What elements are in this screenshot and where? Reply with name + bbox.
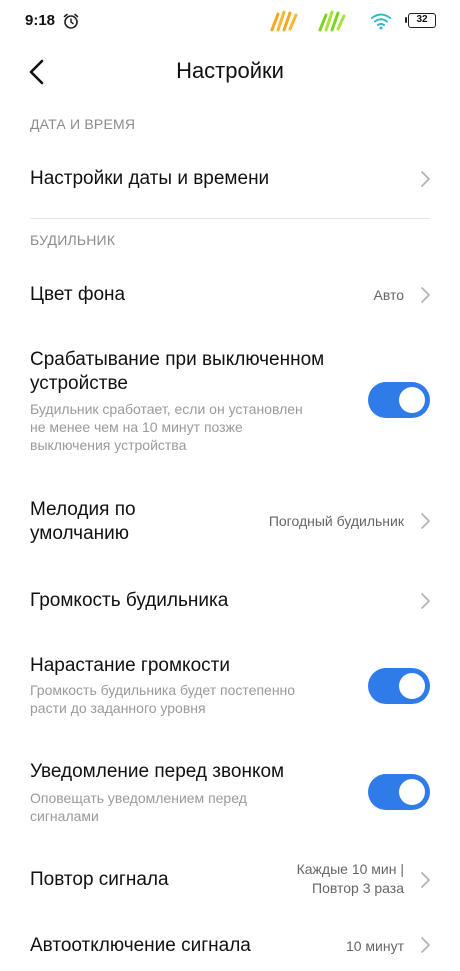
row-title: Громкость будильника [30,590,229,611]
row-title: Автоотключение сигнала [30,935,251,956]
default-ringtone-row[interactable]: Мелодия по умолчанию Погодный будильник [0,496,460,548]
row-description-line1: Громкость будильника будет постепенно [30,682,296,698]
row-value: Погодный будильник [268,513,404,529]
section-header-alarm: БУДИЛЬНИК [30,232,116,248]
app-notification-icon [318,10,346,32]
pre-alarm-notice-row[interactable]: Уведомление перед звонком Оповещать увед… [0,760,460,830]
row-description-line2: не менее чем на 10 минут позже [30,419,243,435]
header: Настройки [0,44,460,100]
row-title-line1: Мелодия по [30,499,136,520]
toggle-knob [399,673,425,699]
row-description-line2: сигналами [30,808,99,824]
row-description-line1: Будильник сработает, если он установлен [30,401,303,417]
powered-off-alarm-row[interactable]: Срабатывание при выключенном устройстве … [0,346,460,462]
row-title-line1: Срабатывание при выключенном [30,349,325,370]
pre-alarm-notice-toggle[interactable] [368,774,430,810]
row-value-line1: Каждые 10 мин | [296,861,404,877]
alarm-volume-row[interactable]: Громкость будильника [0,580,460,624]
row-value: Авто [373,287,404,303]
page-title: Настройки [176,58,284,83]
divider [30,218,430,219]
status-time: 9:18 [25,12,56,29]
chevron-right-icon [421,593,430,609]
row-description-line2: расти до заданного уровня [30,700,206,716]
chevron-right-icon [421,872,430,888]
row-description-line3: выключения устройства [30,437,187,453]
battery-indicator: 32 [405,13,436,28]
toggle-knob [399,779,425,805]
row-description-line1: Оповещать уведомлением перед [30,790,247,806]
auto-off-row[interactable]: Автоотключение сигнала 10 минут [0,926,460,966]
wifi-icon [371,13,391,30]
volume-rise-toggle[interactable] [368,668,430,704]
row-title: Нарастание громкости [30,655,230,676]
row-title: Уведомление перед звонком [30,761,285,782]
chevron-right-icon [421,171,430,187]
alarm-clock-icon [63,13,79,29]
bg-color-row[interactable]: Цвет фона Авто [0,274,460,318]
chevron-right-icon [421,287,430,303]
volume-rise-row[interactable]: Нарастание громкости Громкость будильник… [0,652,460,722]
toggle-knob [399,387,425,413]
status-bar: 9:18 32 [0,0,460,44]
row-title-line2: устройстве [30,373,128,394]
row-title: Настройки даты и времени [30,168,270,189]
row-title: Повтор сигнала [30,869,169,890]
row-title: Цвет фона [30,284,126,305]
datetime-settings-row[interactable]: Настройки даты и времени [0,158,460,202]
row-title-line2: умолчанию [30,523,129,544]
powered-off-toggle[interactable] [368,382,430,418]
snooze-row[interactable]: Повтор сигнала Каждые 10 мин | Повтор 3 … [0,858,460,902]
row-value: 10 минут [345,938,404,954]
app-notification-icon [270,10,298,32]
chevron-right-icon [421,513,430,529]
row-value-line2: Повтор 3 раза [312,880,404,896]
section-header-datetime: ДАТА И ВРЕМЯ [30,116,136,132]
chevron-right-icon [421,937,430,953]
